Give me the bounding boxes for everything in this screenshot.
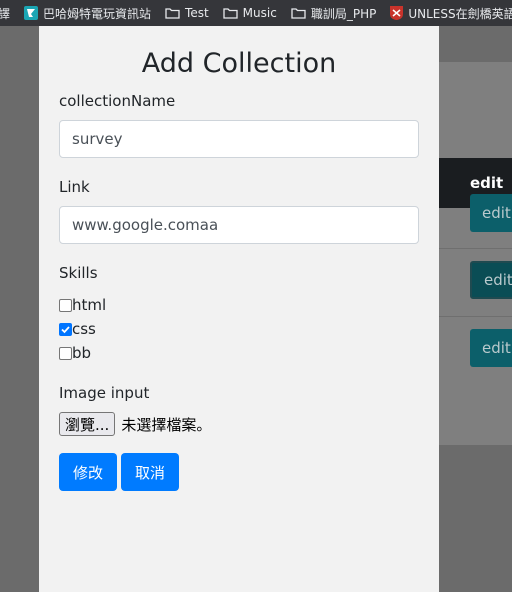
edit-button[interactable]: edit xyxy=(470,261,512,299)
collection-name-label: collectionName xyxy=(59,92,176,110)
bookmark-cambridge[interactable]: UNLESS在劍橋英語詞 xyxy=(390,5,512,22)
skill-option-bb: bb xyxy=(59,343,91,363)
checkbox-css-label: css xyxy=(72,320,96,338)
submit-button-label: 修改 xyxy=(72,463,103,482)
edit-button-label: edit xyxy=(482,204,511,222)
row-divider xyxy=(439,248,512,249)
collection-name-input[interactable]: survey xyxy=(59,120,419,158)
row-divider xyxy=(439,316,512,317)
link-value: www.google.comaa xyxy=(72,216,219,234)
collection-name-value: survey xyxy=(72,130,123,148)
bookmark-label: Test xyxy=(185,6,209,20)
folder-icon xyxy=(223,8,238,19)
background-card xyxy=(439,62,512,445)
bookmark-label: 職訓局_PHP xyxy=(310,6,377,21)
bahamut-icon xyxy=(24,6,39,20)
table-header-edit: edit xyxy=(470,174,504,192)
checkbox-bb-label: bb xyxy=(72,344,92,362)
skill-option-html: html xyxy=(59,295,106,315)
link-input[interactable]: www.google.comaa xyxy=(59,206,419,244)
checkbox-html-label: html xyxy=(72,296,107,314)
image-input-label: Image input xyxy=(59,384,150,402)
bookmark-label: 譯 xyxy=(0,6,11,21)
bookmark-test[interactable]: Test xyxy=(165,6,209,20)
submit-button[interactable]: 修改 xyxy=(59,453,117,491)
browse-button-label: 瀏覽... xyxy=(65,415,110,434)
cancel-button[interactable]: 取消 xyxy=(121,453,179,491)
image-file-input: 瀏覽... 未選擇檔案。 xyxy=(59,412,211,436)
checkbox-html[interactable] xyxy=(59,298,72,312)
edit-button-label: edit xyxy=(484,271,512,289)
folder-icon xyxy=(291,8,306,19)
edit-button-label: edit xyxy=(482,339,511,357)
add-collection-modal: Add Collection collectionName survey Lin… xyxy=(39,26,439,592)
edit-button[interactable]: edit xyxy=(470,329,512,367)
checkbox-bb[interactable] xyxy=(59,346,72,360)
skill-option-css: css xyxy=(59,319,96,339)
link-label: Link xyxy=(59,178,90,196)
bookmark-bahamut[interactable]: 巴哈姆特電玩資訊站 xyxy=(24,5,151,22)
folder-icon xyxy=(165,8,180,19)
bookmark-label: 巴哈姆特電玩資訊站 xyxy=(43,6,152,21)
file-status-text: 未選擇檔案。 xyxy=(121,415,212,434)
checkbox-css[interactable] xyxy=(59,322,72,336)
bookmark-label: Music xyxy=(242,6,277,20)
bookmark-php[interactable]: 職訓局_PHP xyxy=(291,5,377,22)
bookmark-music[interactable]: Music xyxy=(223,6,277,20)
checkmark-icon xyxy=(61,325,70,333)
cancel-button-label: 取消 xyxy=(134,463,165,482)
bookmarks-bar: 譯 巴哈姆特電玩資訊站 Test Music 職訓局_PHP UNLESS在劍橋… xyxy=(0,0,512,26)
edit-button[interactable]: edit xyxy=(470,194,512,232)
bookmark-1[interactable]: 譯 xyxy=(0,5,10,22)
cambridge-icon xyxy=(390,6,404,20)
browse-button[interactable]: 瀏覽... xyxy=(59,412,116,436)
modal-title: Add Collection xyxy=(141,48,337,79)
bookmark-label: UNLESS在劍橋英語詞 xyxy=(408,6,512,21)
skills-label: Skills xyxy=(59,264,98,282)
